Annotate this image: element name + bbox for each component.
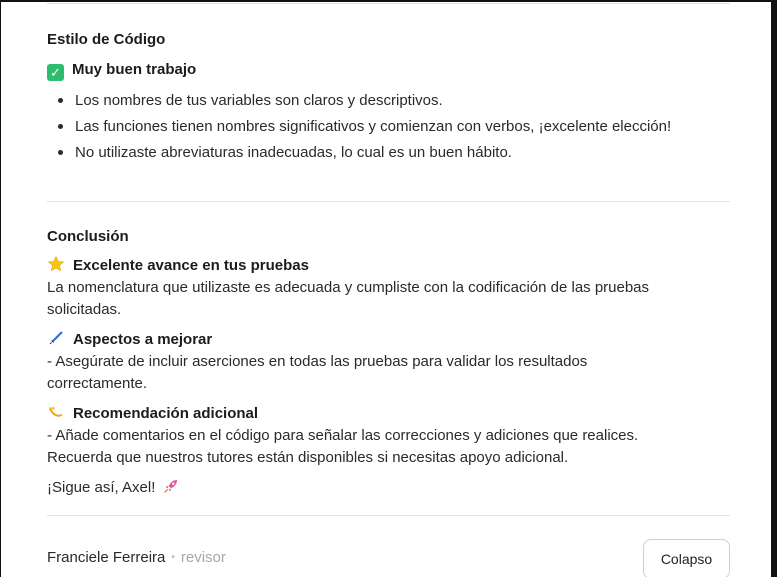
star-icon [47, 255, 65, 272]
recommendation-heading-text: Recomendación adicional [73, 405, 259, 422]
list-item: No utilizaste abreviaturas inadecuadas, … [47, 141, 730, 164]
recommendation-line-1: - Añade comentarios en el código para se… [47, 427, 639, 444]
footer-divider [47, 515, 730, 516]
list-item: Las funciones tienen nombres significati… [47, 115, 687, 138]
improve-line-1: - Asegúrate de incluir aserciones en tod… [47, 353, 588, 370]
reviewer-role: revisor [180, 549, 226, 566]
code-style-badge: ✓ Muy buen trabajo [47, 59, 730, 81]
code-style-title: Estilo de Código [47, 31, 166, 48]
closing-text: ¡Sigue así, Axel! [47, 479, 156, 496]
conclusion-title: Conclusión [47, 228, 129, 245]
reviewer-name: Franciele Ferreira [47, 549, 166, 566]
highlight-line-1: La nomenclatura que utilizaste es adecua… [47, 279, 650, 296]
separator-dot: • [171, 552, 175, 563]
highlight-heading: Excelente avance en tus pruebas [47, 255, 730, 277]
improve-line-2: correctamente. [47, 375, 148, 392]
improve-heading: Aspectos a mejorar [47, 329, 730, 351]
reviewer-info: Franciele Ferreira • revisor [47, 549, 226, 566]
dizzy-icon [49, 406, 63, 417]
recommendation-heading: Recomendación adicional [47, 403, 730, 425]
rocket-icon [163, 480, 177, 493]
pen-icon [49, 331, 63, 345]
recommendation-line-2: Recuerda que nuestros tutores están disp… [47, 449, 569, 466]
collapse-button[interactable]: Colapso [643, 539, 730, 577]
code-style-badge-label: Muy buen trabajo [72, 61, 197, 78]
code-style-list: Los nombres de tus variables son claros … [47, 89, 730, 167]
highlight-heading-text: Excelente avance en tus pruebas [73, 257, 309, 274]
check-mark-icon: ✓ [47, 64, 64, 81]
closing-line: ¡Sigue así, Axel! [47, 477, 730, 499]
list-item: Los nombres de tus variables son claros … [47, 89, 730, 112]
top-divider [47, 3, 730, 4]
highlight-line-2: solicitadas. [47, 301, 122, 318]
improve-heading-text: Aspectos a mejorar [73, 331, 213, 348]
section-divider [47, 201, 730, 202]
